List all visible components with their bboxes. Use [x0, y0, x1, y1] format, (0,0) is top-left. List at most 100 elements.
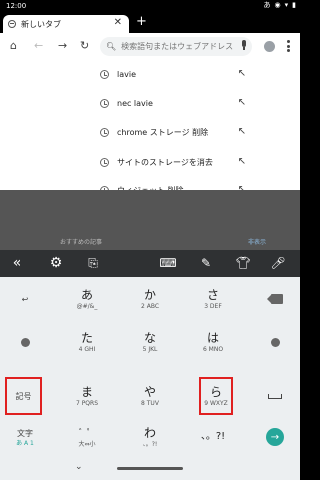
history-icon [100, 157, 109, 167]
avatar[interactable] [264, 41, 275, 52]
key-label: 文字 [17, 428, 33, 438]
tab-strip: 新しいタブ ✕ + [0, 12, 300, 33]
key-label: 、。?! [200, 431, 226, 442]
key-label: わ [143, 426, 156, 440]
key-label: か [143, 288, 156, 302]
key-label: さ [206, 288, 219, 302]
forward-arrow-icon[interactable]: → [58, 39, 67, 53]
status-bar: 12:00 あ ◉ ▾ ▮ [0, 0, 300, 12]
status-icons: あ ◉ ▾ ▮ [264, 1, 296, 10]
close-tab-icon[interactable]: ✕ [114, 18, 122, 28]
reload-icon[interactable]: ↻ [80, 39, 89, 53]
key-sublabel: 4 GHI [78, 346, 96, 353]
key-na[interactable]: な 5 JKL [125, 322, 175, 362]
space-key[interactable] [258, 377, 292, 415]
search-icon: 🔍︎ [106, 42, 117, 51]
key-a[interactable]: あ @#/&_ [62, 280, 112, 318]
key-ya[interactable]: や 8 TUV [125, 377, 175, 415]
key-sublabel: @#/&_ [76, 303, 98, 310]
cursor-right-key[interactable] [258, 322, 292, 362]
articles-heading: おすすめの記事 [60, 239, 103, 246]
system-nav-bar: ⌄ [0, 457, 300, 480]
key-label: あ [80, 288, 93, 302]
key-sublabel: 7 PQRS [75, 400, 99, 407]
browser-toolbar: ⌂ ← → ↻ 🔍︎ [0, 33, 300, 60]
history-icon [100, 127, 109, 137]
suggestion-item[interactable]: nec lavie ↖ [100, 90, 260, 116]
fill-arrow-icon[interactable]: ↖ [238, 68, 246, 80]
key-sublabel: 、。?! [142, 441, 158, 448]
key-label: た [80, 331, 93, 345]
omnibox[interactable]: 🔍︎ [100, 37, 252, 56]
backspace-key[interactable] [258, 280, 292, 318]
keyboard-toolbar: « ⚙ ⎘ ⌨ ✎ 👕︎ 🎤︎ [0, 250, 300, 277]
suggestion-list: lavie ↖ nec lavie ↖ chrome ストレージ 削除 ↖ サイ… [0, 60, 300, 195]
new-tab-button[interactable]: + [136, 15, 147, 29]
cursor-left-key[interactable] [8, 322, 42, 362]
fill-arrow-icon[interactable]: ↖ [238, 97, 246, 109]
key-ma[interactable]: ま 7 PQRS [62, 377, 112, 415]
key-sa[interactable]: さ 3 DEF [188, 280, 238, 318]
home-gesture-pill[interactable] [117, 467, 183, 470]
enter-key[interactable]: → [258, 419, 292, 455]
tab-title: 新しいタブ [21, 19, 61, 29]
voice-mic-icon[interactable]: 🎤︎ [270, 254, 286, 272]
key-ka[interactable]: か 2 ABC [125, 280, 175, 318]
key-sublabel: 5 JKL [142, 346, 158, 353]
history-icon [100, 98, 109, 108]
suggestion-item[interactable]: サイトのストレージを消去 ↖ [100, 149, 260, 175]
cursor-right-icon [270, 337, 280, 347]
suggestion-item[interactable]: lavie ↖ [100, 61, 260, 87]
fill-arrow-icon[interactable]: ↖ [238, 126, 246, 138]
dictionary-icon[interactable]: ✎ [196, 254, 216, 272]
key-sublabel: 3 DEF [204, 303, 222, 310]
key-sublabel: 大⇔小 [78, 441, 96, 448]
input-mode-key[interactable]: 文字 あ A 1 [8, 419, 42, 455]
space-icon [268, 393, 282, 399]
suggestion-text: chrome ストレージ 削除 [117, 127, 209, 137]
clipboard-icon[interactable]: ⎘ [83, 254, 103, 272]
home-icon[interactable]: ⌂ [10, 39, 17, 53]
key-label: 記号 [15, 391, 32, 401]
key-ta[interactable]: た 4 GHI [62, 322, 112, 362]
key-sublabel: 8 TUV [141, 400, 159, 407]
keyboard-icon[interactable]: ⌨ [158, 254, 178, 272]
dimmed-page: おすすめの記事 非表示 [0, 190, 300, 250]
ime-indicator-icon: あ [263, 1, 271, 9]
key-label: は [206, 331, 219, 345]
undo-key[interactable]: ↩ [8, 280, 42, 318]
modifier-key[interactable]: ゛゜ 大⇔小 [62, 419, 112, 455]
tab-new-tab[interactable]: 新しいタブ ✕ [3, 15, 129, 33]
settings-gear-icon[interactable]: ⚙ [46, 254, 66, 272]
suggestion-text: lavie [117, 69, 137, 79]
key-ha[interactable]: は 6 MNO [188, 322, 238, 362]
key-sublabel: 9 WXYZ [204, 400, 228, 407]
punctuation-key[interactable]: 、。?! [188, 419, 238, 455]
key-label: な [143, 331, 156, 345]
globe-icon [8, 20, 16, 28]
suggestion-text: サイトのストレージを消去 [117, 157, 213, 167]
key-label: や [143, 385, 156, 399]
wifi-icon: ▾ [284, 1, 289, 9]
key-wa[interactable]: わ 、。?! [125, 419, 175, 455]
key-sublabel: あ A 1 [16, 439, 34, 447]
cursor-left-icon [20, 337, 30, 347]
flick-keyboard: ↩ あ @#/&_ か 2 ABC さ 3 DEF た 4 GHI な 5 JK… [0, 277, 300, 457]
symbol-key[interactable]: 記号 [5, 377, 42, 415]
back-arrow-icon[interactable]: ← [34, 39, 43, 53]
search-input[interactable] [121, 42, 237, 51]
battery-icon: ▮ [292, 1, 296, 9]
suggestion-item[interactable]: chrome ストレージ 削除 ↖ [100, 119, 260, 145]
menu-dots-icon[interactable] [287, 40, 290, 52]
fill-arrow-icon[interactable]: ↖ [238, 156, 246, 168]
key-label: ま [80, 385, 93, 399]
hide-keyboard-chevron-icon[interactable]: ⌄ [75, 462, 83, 472]
eye-icon: ◉ [274, 1, 281, 9]
key-ra[interactable]: ら 9 WXYZ [199, 377, 233, 415]
undo-icon: ↩ [21, 294, 29, 304]
backspace-icon [267, 294, 283, 304]
theme-shirt-icon[interactable]: 👕︎ [233, 254, 253, 272]
collapse-icon[interactable]: « [8, 254, 26, 272]
history-icon [100, 69, 109, 79]
mic-icon[interactable] [241, 40, 247, 50]
